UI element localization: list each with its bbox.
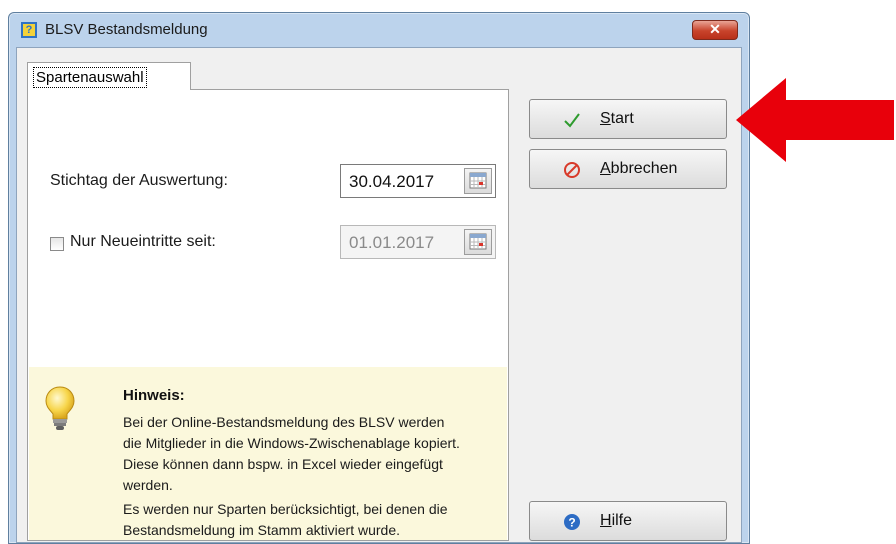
red-arrow bbox=[736, 78, 894, 162]
stichtag-label: Stichtag der Auswertung: bbox=[50, 172, 228, 189]
checkmark-icon bbox=[564, 113, 580, 128]
hint-box: Hinweis: Bei der Online-Bestandsmeldung … bbox=[29, 367, 507, 540]
hint-line: Bei der Online-Bestandsmeldung des BLSV … bbox=[123, 414, 445, 430]
window-title: BLSV Bestandsmeldung bbox=[45, 21, 208, 38]
stichtag-date-field[interactable]: 30.04.2017 bbox=[340, 164, 496, 198]
hint-line: Es werden nur Sparten berücksichtigt, be… bbox=[123, 501, 448, 517]
tab-spartenauswahl[interactable]: Spartenauswahl bbox=[27, 62, 191, 90]
app-icon: ? bbox=[21, 22, 37, 38]
tab-panel: Stichtag der Auswertung: 30.04.2017 Nur … bbox=[27, 89, 509, 541]
dialog-client-area: Spartenauswahl Stichtag der Auswertung: … bbox=[16, 47, 742, 543]
cancel-button[interactable]: Abbrechen bbox=[529, 149, 727, 189]
tab-label: Spartenauswahl bbox=[33, 67, 147, 88]
start-button[interactable]: Start bbox=[529, 99, 727, 139]
dialog-window: ? BLSV Bestandsmeldung ✕ Spartenauswahl … bbox=[8, 12, 750, 544]
title-bar[interactable]: ? BLSV Bestandsmeldung ✕ bbox=[9, 13, 749, 47]
cancel-button-label: Abbrechen bbox=[600, 160, 678, 177]
svg-text:?: ? bbox=[568, 516, 575, 530]
help-button-label: Hilfe bbox=[600, 512, 633, 529]
cancel-icon bbox=[564, 162, 580, 178]
hint-line: werden. bbox=[123, 477, 173, 493]
stichtag-value: 30.04.2017 bbox=[349, 172, 435, 191]
calendar-icon[interactable] bbox=[464, 168, 492, 194]
hint-line: Bestandsmeldung im Stamm aktiviert wurde… bbox=[123, 522, 400, 538]
hint-title: Hinweis: bbox=[123, 387, 185, 404]
neueintritte-date-field: 01.01.2017 bbox=[340, 225, 496, 259]
neueintritte-value: 01.01.2017 bbox=[349, 233, 435, 252]
start-button-label: Start bbox=[600, 110, 634, 127]
hint-line: Diese können dann bspw. in Excel wieder … bbox=[123, 456, 443, 472]
lightbulb-icon bbox=[45, 386, 75, 430]
help-button[interactable]: ? Hilfe bbox=[529, 501, 727, 541]
neueintritte-label: Nur Neueintritte seit: bbox=[70, 233, 216, 250]
help-icon: ? bbox=[564, 514, 580, 530]
close-button[interactable]: ✕ bbox=[692, 20, 738, 40]
calendar-icon bbox=[464, 229, 492, 255]
hint-line: die Mitglieder in die Windows-Zwischenab… bbox=[123, 435, 460, 451]
neueintritte-checkbox[interactable] bbox=[50, 237, 64, 251]
